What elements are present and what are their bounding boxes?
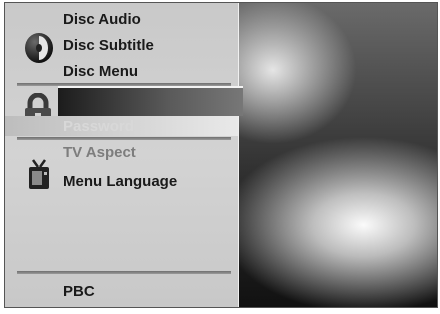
selection-highlight[interactable] <box>58 86 243 116</box>
disc-icon <box>25 33 53 63</box>
setup-menu-panel: Disc Audio Disc Subtitle Disc Menu Passw… <box>5 3 239 307</box>
video-frame: Disc Audio Disc Subtitle Disc Menu Passw… <box>4 2 438 308</box>
menu-item-password[interactable]: Password <box>63 118 134 135</box>
menu-item-disc-subtitle[interactable]: Disc Subtitle <box>63 37 154 54</box>
menu-item-menu-language[interactable]: Menu Language <box>63 173 177 190</box>
menu-item-disc-audio[interactable]: Disc Audio <box>63 11 141 28</box>
dvd-setup-screen: Disc Audio Disc Subtitle Disc Menu Passw… <box>0 0 440 314</box>
tv-icon <box>29 159 49 189</box>
section-divider <box>17 137 231 140</box>
menu-item-disc-menu[interactable]: Disc Menu <box>63 63 138 80</box>
menu-item-tv-aspect[interactable]: TV Aspect <box>63 144 136 161</box>
menu-item-pbc[interactable]: PBC <box>63 283 95 300</box>
section-divider <box>17 271 231 274</box>
